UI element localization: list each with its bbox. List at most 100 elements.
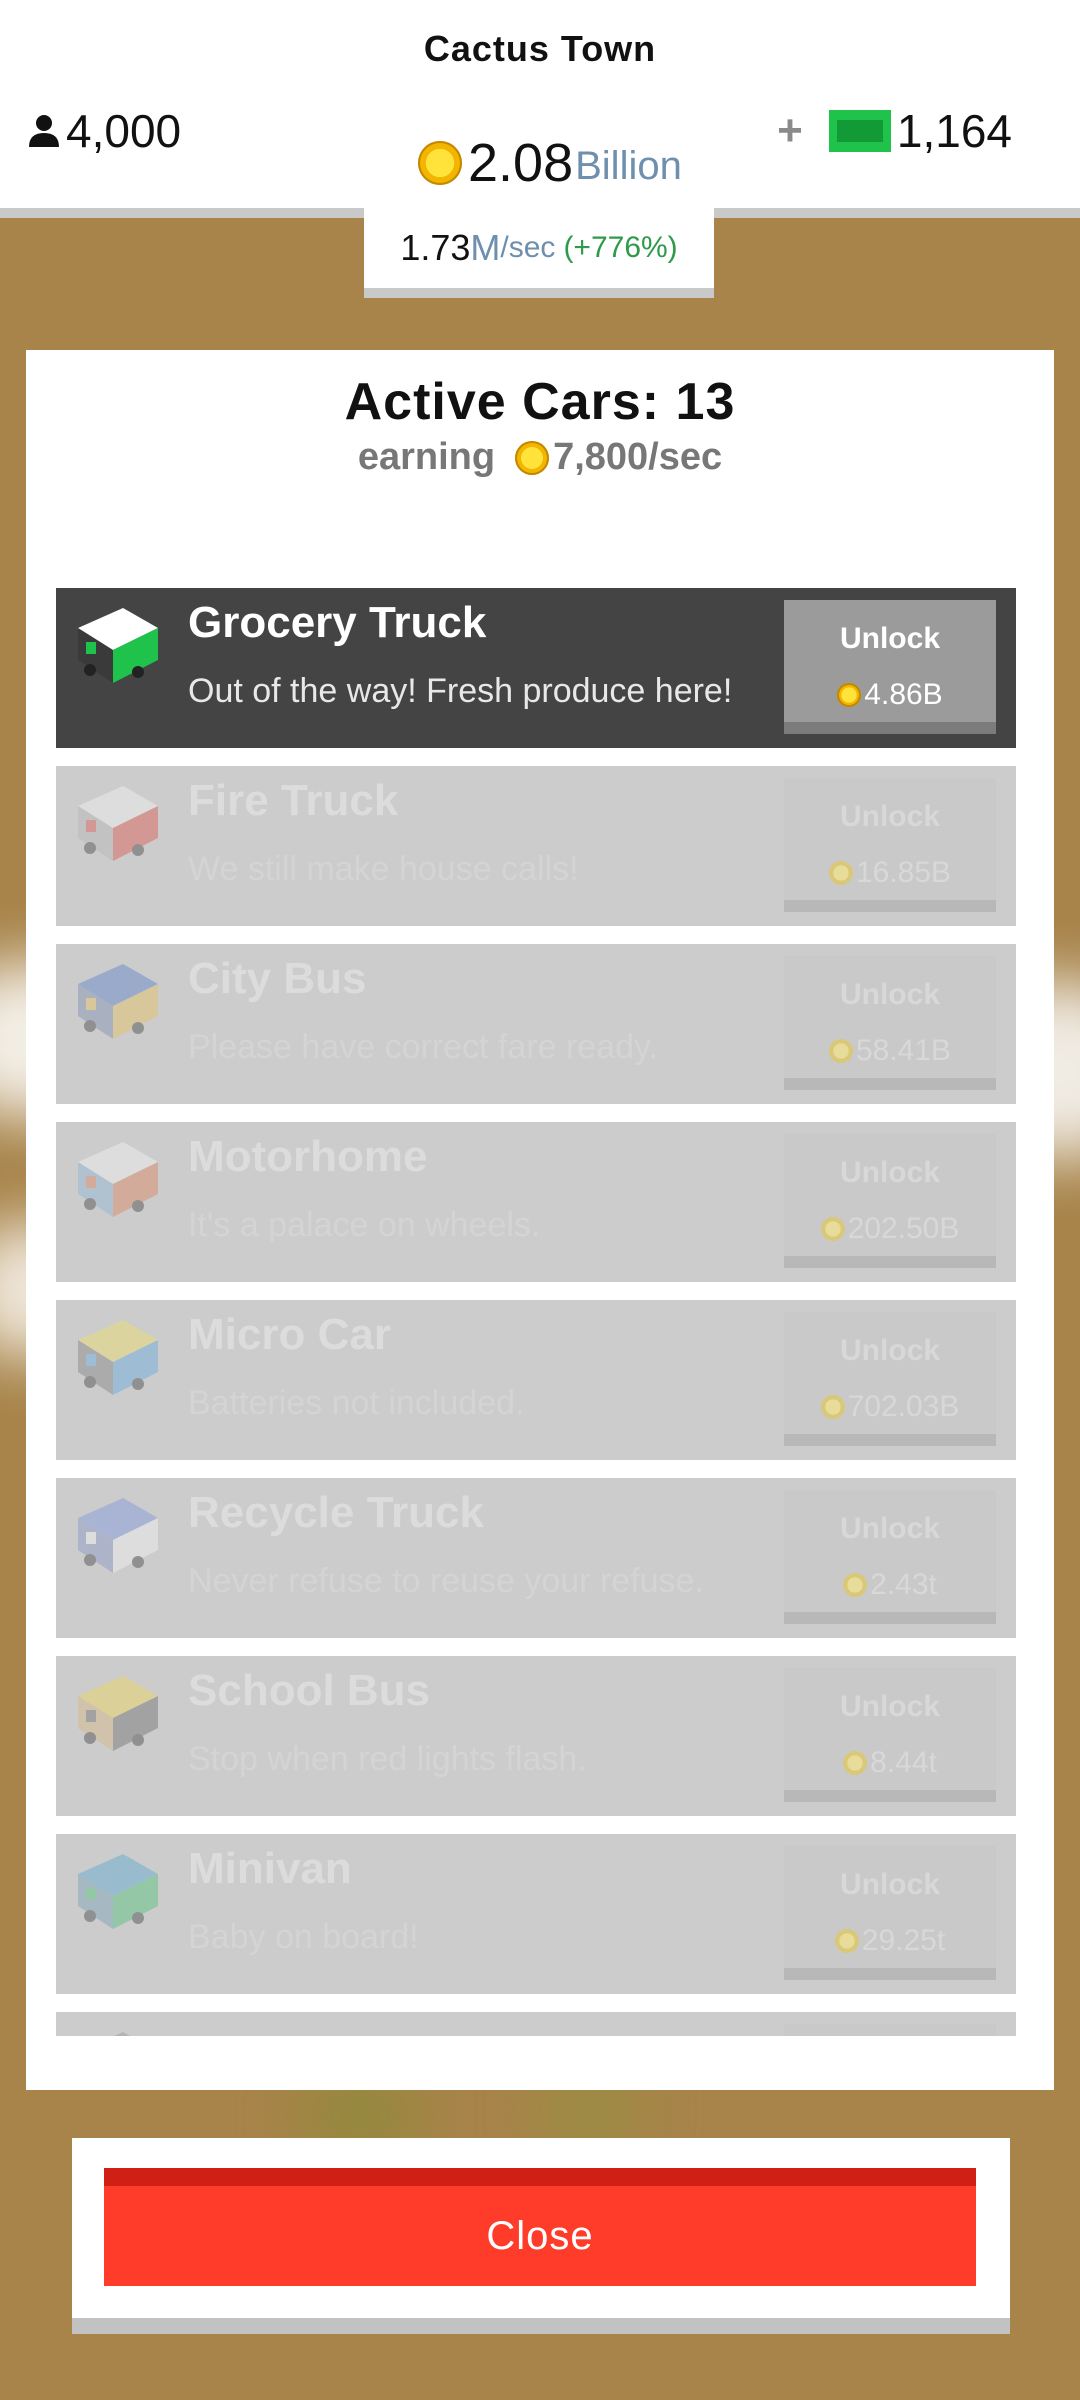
unlock-label: Unlock (839, 800, 941, 833)
car-list[interactable]: Grocery Truck Out of the way! Fresh produ… (56, 588, 1016, 2036)
car-name: School Bus (188, 1666, 431, 1715)
car-name: Recycle Truck (188, 1488, 484, 1537)
earning-value: 7,800/sec (553, 436, 723, 478)
unlock-label: Unlock (839, 1868, 941, 1901)
rate-value: 1.73 (400, 227, 471, 268)
unlock-price: 58.41B (784, 1034, 996, 1068)
unlock-price: 29.25t (784, 1924, 996, 1958)
car-name: Grocery Truck (188, 598, 487, 647)
car-row: Recycle Truck Never refuse to reuse your … (56, 1478, 1016, 1638)
coin-icon (515, 440, 550, 475)
unlock-button: Unlock 58.41B (784, 956, 996, 1090)
unlock-price: 8.44t (784, 1746, 996, 1780)
panel-earning: earning 7,800/sec (26, 436, 1054, 479)
person-icon (29, 115, 59, 147)
coin-icon (843, 1751, 868, 1775)
coin-icon (828, 861, 853, 885)
car-row (56, 2012, 1016, 2036)
unlock-label: Unlock (839, 1512, 941, 1545)
earning-label: earning (357, 436, 496, 478)
price-value: 4.86B (864, 678, 943, 711)
car-row: City Bus Please have correct fare ready. U… (56, 944, 1016, 1104)
income-rate-tab: 1.73 M /sec (+776%) (364, 208, 714, 298)
car-name: Fire Truck (188, 776, 399, 825)
top-status-bar: Cactus Town 4,000 2.08 Billion + 1,164 (0, 0, 1080, 218)
car-row: Micro Car Batteries not included. Unlock 70… (56, 1300, 1016, 1460)
unlock-button: Unlock 2.43t (784, 1490, 996, 1624)
cash-counter: 2.08 Billion (418, 132, 682, 194)
recycle-truck-icon (78, 1498, 158, 1573)
gems-value: 1,164 (896, 105, 1012, 157)
unlock-button[interactable]: Unlock 4.86B (784, 600, 996, 734)
unlock-label: Unlock (839, 1690, 941, 1723)
population-counter: 4,000 (26, 104, 181, 158)
minivan-icon (78, 1854, 158, 1929)
car-row: Motorhome It's a palace on wheels. Unlock 2… (56, 1122, 1016, 1282)
price-value: 702.03B (847, 1390, 960, 1423)
car-name: Motorhome (188, 1132, 428, 1181)
motorhome-icon (78, 1142, 158, 1217)
car-row: Minivan Baby on board! Unlock 29.25t (56, 1834, 1016, 1994)
price-value: 2.43t (870, 1568, 937, 1601)
coin-icon (418, 141, 462, 185)
car-description: We still make house calls! (188, 850, 579, 888)
unlock-price: 202.50B (784, 1212, 996, 1246)
car-description: Never refuse to reuse your refuse. (188, 1562, 704, 1600)
coin-icon (820, 1217, 845, 1241)
town-name: Cactus Town (423, 28, 657, 69)
unlock-button (784, 2024, 996, 2036)
car-description: Please have correct fare ready. (188, 1028, 658, 1066)
grocery-truck-icon (78, 608, 158, 683)
car-row: School Bus Stop when red lights flash. Unl… (56, 1656, 1016, 1816)
close-button[interactable]: Close (104, 2168, 976, 2286)
close-frame: Close (72, 2138, 1010, 2334)
cash-amount: 2.08 (468, 133, 574, 193)
cars-panel: Active Cars: 13 earning 7,800/sec Grocer… (26, 350, 1054, 2090)
price-value: 29.25t (861, 1924, 946, 1957)
unlock-price: 2.43t (784, 1568, 996, 1602)
unlock-label: Unlock (839, 978, 941, 1011)
cash-unit: Billion (575, 143, 682, 188)
coin-icon (834, 1929, 859, 1953)
add-gems-button[interactable]: + (777, 106, 803, 156)
panel-title: Active Cars: 13 (344, 373, 736, 431)
car-description: Baby on board! (188, 1918, 419, 1956)
car-description: Out of the way! Fresh produce here! (188, 672, 733, 710)
gems-counter[interactable]: + 1,164 (777, 104, 1012, 158)
micro-car-icon (78, 1320, 158, 1395)
car-description: Batteries not included. (188, 1384, 525, 1422)
rate-bonus: (+776%) (563, 231, 678, 264)
fire-truck-icon (78, 786, 158, 861)
car-row: Fire Truck We still make house calls! Unlo… (56, 766, 1016, 926)
unlock-label: Unlock (839, 1334, 941, 1367)
coin-icon (820, 1395, 845, 1419)
car-name: City Bus (188, 954, 367, 1003)
rate-unit: M (470, 227, 501, 268)
unlock-label: Unlock (839, 1156, 941, 1189)
population-value: 4,000 (66, 105, 182, 157)
coin-icon (828, 1039, 853, 1063)
car-description: It's a palace on wheels. (188, 1206, 541, 1244)
cash-bill-icon (828, 110, 891, 152)
city-bus-icon (78, 964, 158, 1039)
school-bus-icon (78, 1676, 158, 1751)
coin-icon (837, 683, 862, 707)
car-description: Stop when red lights flash. (188, 1740, 587, 1778)
price-value: 16.85B (855, 856, 952, 889)
car-name: Minivan (188, 1844, 352, 1893)
unlock-price: 4.86B (784, 678, 996, 712)
car-icon (114, 2032, 130, 2036)
unlock-button: Unlock 29.25t (784, 1846, 996, 1980)
car-row[interactable]: Grocery Truck Out of the way! Fresh produ… (56, 588, 1016, 748)
unlock-button: Unlock 702.03B (784, 1312, 996, 1446)
unlock-button: Unlock 16.85B (784, 778, 996, 912)
price-value: 8.44t (870, 1746, 937, 1779)
unlock-button: Unlock 8.44t (784, 1668, 996, 1802)
price-value: 202.50B (847, 1212, 960, 1245)
rate-suffix: /sec (500, 231, 556, 264)
unlock-label: Unlock (839, 622, 941, 655)
unlock-button: Unlock 202.50B (784, 1134, 996, 1268)
car-name: Micro Car (188, 1310, 391, 1359)
unlock-price: 16.85B (784, 856, 996, 890)
unlock-price: 702.03B (784, 1390, 996, 1424)
